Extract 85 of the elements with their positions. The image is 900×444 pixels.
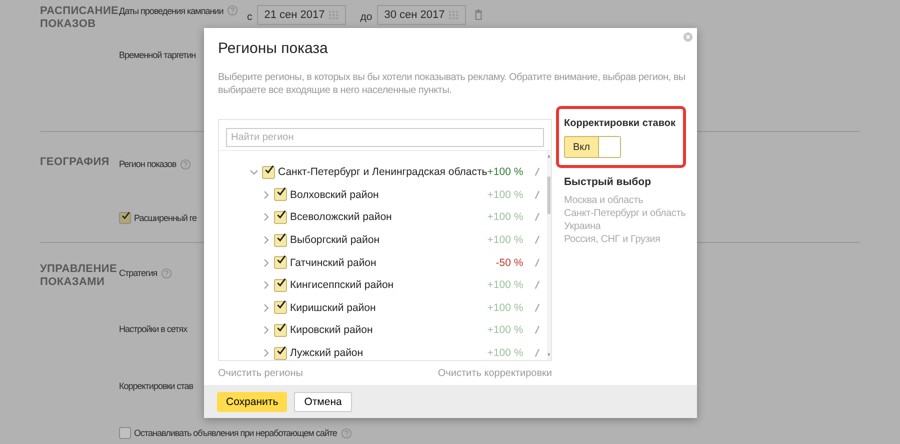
pencil-icon[interactable] bbox=[533, 258, 542, 268]
chevron-icon[interactable] bbox=[261, 258, 271, 268]
checkbox[interactable] bbox=[274, 278, 287, 292]
chevron-icon[interactable] bbox=[261, 212, 271, 222]
chevron-icon[interactable] bbox=[261, 235, 271, 246]
save-button[interactable]: Сохранить bbox=[217, 392, 288, 412]
adjustment-value: +100 % bbox=[487, 279, 524, 292]
region-label: Кингисеппский район bbox=[290, 279, 395, 292]
adjustment-value: +100 % bbox=[487, 166, 524, 178]
date-field[interactable]: 21 сен 2017 bbox=[257, 5, 346, 25]
chevron-icon[interactable] bbox=[249, 167, 259, 178]
toggle-switch[interactable]: Вкл bbox=[564, 136, 621, 158]
bid-adjustments-title: Корректировки ставок bbox=[564, 118, 676, 129]
checkbox[interactable] bbox=[119, 212, 131, 224]
region-row[interactable]: Гатчинский район -50 % bbox=[219, 251, 548, 274]
pencil-icon[interactable] bbox=[533, 235, 542, 246]
quick-select-title: Быстрый выбор bbox=[564, 176, 652, 188]
chevron-icon[interactable] bbox=[261, 190, 271, 200]
field-label: Стратегия bbox=[119, 268, 158, 278]
field-label: Даты проведения кампании bbox=[119, 5, 247, 17]
chevron-icon[interactable] bbox=[261, 280, 271, 290]
field-label: Регион показов bbox=[119, 159, 176, 169]
adjustment-value: +100 % bbox=[487, 211, 524, 224]
pencil-icon[interactable] bbox=[533, 212, 542, 222]
search-field[interactable]: Найти регион bbox=[226, 128, 544, 147]
region-row[interactable]: Всеволожский район +100 % bbox=[219, 206, 548, 229]
region-row[interactable]: Санкт-Петербург и Ленинградская область+100 % bbox=[219, 161, 548, 184]
pencil-icon[interactable] bbox=[533, 325, 542, 336]
region-row[interactable]: Лужский район +100 % bbox=[219, 342, 548, 360]
close-icon[interactable] bbox=[683, 32, 693, 42]
section-title: ГЕОГРАФИЯ bbox=[40, 156, 110, 170]
region-label: Всеволожский район bbox=[290, 211, 393, 224]
date-prefix: с bbox=[247, 11, 252, 23]
trash-icon[interactable] bbox=[474, 9, 484, 20]
field-label: Временной таргетин bbox=[119, 50, 196, 60]
checkbox[interactable] bbox=[262, 166, 275, 179]
adjustment-value: +100 % bbox=[487, 188, 524, 201]
cancel-button[interactable]: Отмена bbox=[294, 392, 352, 412]
region-row[interactable]: Кировский район +100 % bbox=[219, 319, 548, 342]
adjustment-value: +100 % bbox=[487, 302, 524, 314]
checkbox[interactable] bbox=[119, 427, 131, 439]
dialog-title: Регионы показа bbox=[218, 40, 329, 57]
region-row[interactable]: Волховский район +100 % bbox=[219, 184, 548, 206]
region-label: Выборгский район bbox=[290, 234, 381, 246]
adjustment-value: -50 % bbox=[496, 256, 524, 269]
region-label: Киришский район bbox=[290, 302, 377, 314]
section-title: РАСПИСАНИЕ ПОКАЗОВ bbox=[40, 5, 119, 32]
help-icon[interactable] bbox=[340, 428, 352, 438]
date-field[interactable]: 30 сен 2017 bbox=[377, 5, 466, 25]
adjustment-value: +100 % bbox=[487, 347, 524, 360]
pencil-icon[interactable] bbox=[533, 280, 542, 290]
checkbox[interactable] bbox=[274, 346, 287, 360]
chevron-icon[interactable] bbox=[261, 325, 271, 336]
field-label: Останавливать объявления при неработающем сайте bbox=[134, 428, 337, 438]
region-label: Волховский район bbox=[290, 188, 380, 201]
region-label: Лужский район bbox=[290, 347, 364, 360]
field-label: Расширенный ге bbox=[134, 213, 196, 223]
help-icon[interactable] bbox=[227, 5, 238, 16]
field-label: Корректировки став bbox=[119, 381, 194, 391]
pencil-icon[interactable] bbox=[533, 167, 542, 178]
dialog-description: Выберите регионы, в которых вы бы хотели показывать рекламу. Обратите внимание, выбрав регион, вы выбираете все входящие в него населенные пункты. bbox=[218, 71, 686, 97]
adjustment-value: +100 % bbox=[487, 234, 524, 246]
date-prefix: до bbox=[360, 11, 372, 23]
section-title: УПРАВЛЕНИЕ ПОКАЗАМИ bbox=[40, 263, 118, 290]
field-label: Настройки в сетях bbox=[119, 324, 188, 334]
checkbox[interactable] bbox=[274, 210, 287, 224]
checkbox[interactable] bbox=[274, 324, 287, 337]
region-row[interactable]: Выборгский район +100 % bbox=[219, 228, 548, 252]
help-icon[interactable] bbox=[180, 158, 192, 170]
pencil-icon[interactable] bbox=[533, 190, 542, 200]
checkbox[interactable] bbox=[274, 301, 287, 314]
region-row[interactable]: Киришский район +100 % bbox=[219, 296, 548, 320]
pencil-icon[interactable] bbox=[533, 302, 542, 313]
checkbox[interactable] bbox=[274, 234, 287, 247]
region-label: Кировский район bbox=[290, 324, 374, 336]
checkbox[interactable] bbox=[274, 256, 287, 270]
region-row[interactable]: Кингисеппский район +100 % bbox=[219, 274, 548, 297]
chevron-icon[interactable] bbox=[261, 302, 271, 313]
checkbox[interactable] bbox=[274, 188, 287, 202]
region-label: Гатчинский район bbox=[290, 256, 378, 269]
help-icon[interactable] bbox=[161, 268, 172, 278]
chevron-icon[interactable] bbox=[261, 348, 271, 358]
pencil-icon[interactable] bbox=[533, 348, 542, 358]
region-label: Санкт-Петербург и Ленинградская область bbox=[278, 166, 488, 178]
adjustment-value: +100 % bbox=[487, 324, 524, 336]
